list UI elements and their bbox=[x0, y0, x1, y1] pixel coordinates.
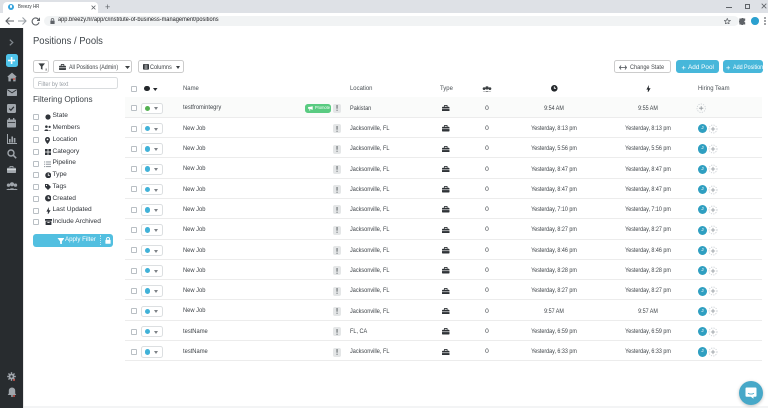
svg-text:a: a bbox=[45, 68, 47, 72]
